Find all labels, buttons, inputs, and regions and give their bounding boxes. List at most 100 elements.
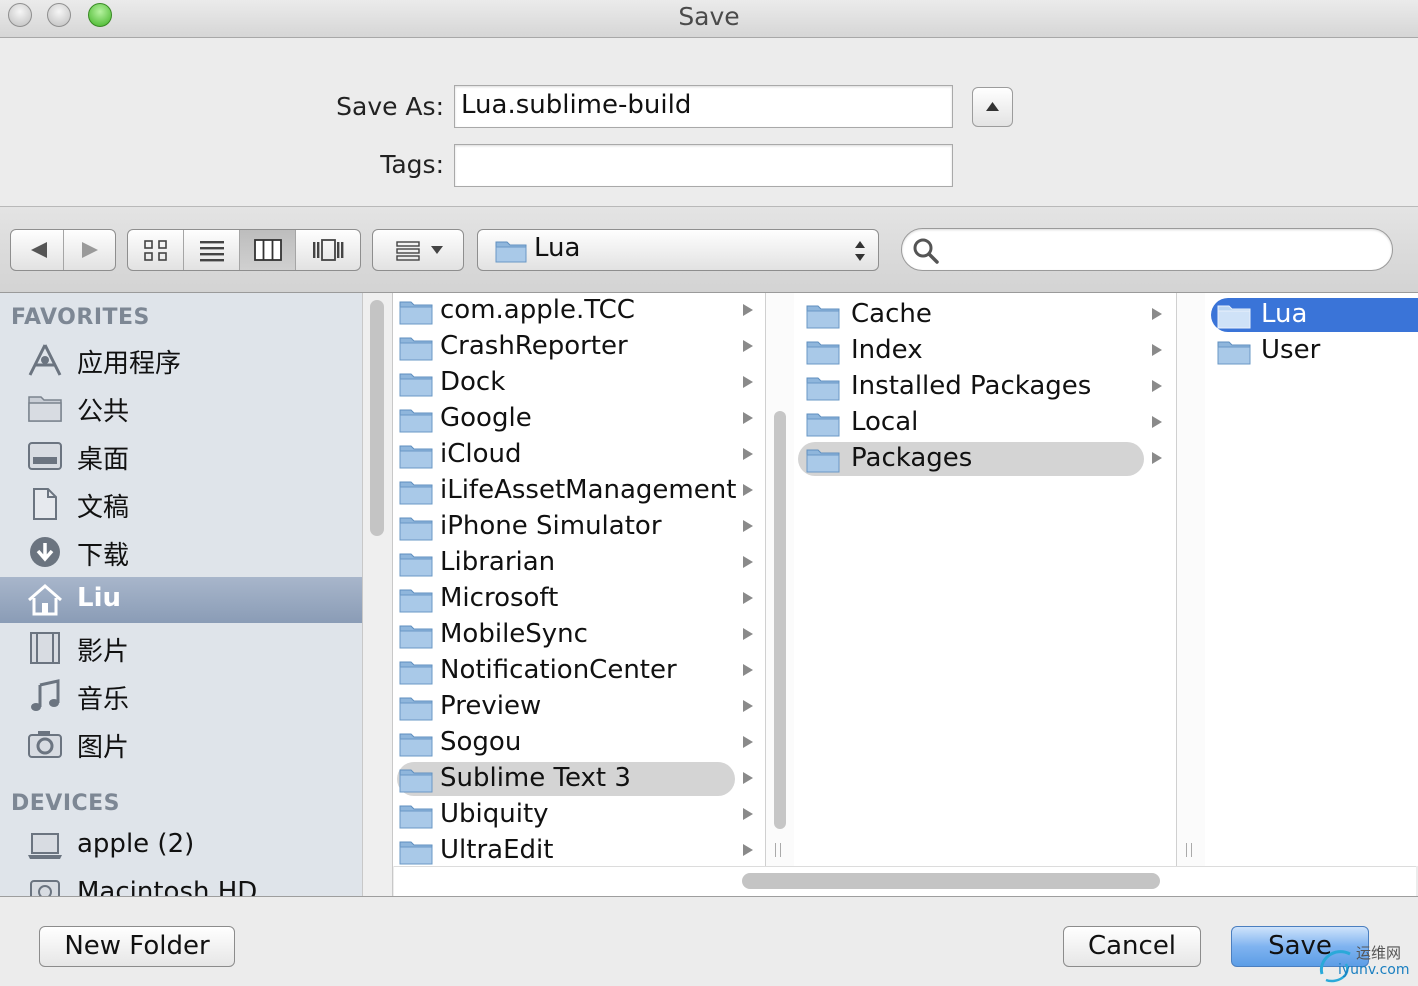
save-as-input[interactable]: Lua.sublime-build [454,85,953,128]
column-1-divider[interactable] [765,293,794,866]
column-view-button[interactable] [240,230,296,270]
documents-icon [33,488,57,520]
desktop-icon [28,442,62,470]
sidebar-item-label: Liu [77,583,121,613]
disclosure-arrow-icon [1152,380,1162,392]
sidebar-item-label: 桌面 [77,445,130,475]
downloads-icon [30,537,60,567]
folder-icon [806,305,840,329]
folder-icon [399,769,433,793]
list-item[interactable]: Google [393,401,765,437]
new-folder-button[interactable]: New Folder [39,926,235,967]
list-item[interactable]: iPhone Simulator [393,509,765,545]
forward-button[interactable] [64,230,115,270]
sidebar-item-public[interactable]: 公共 [0,385,362,431]
list-item[interactable]: Librarian [393,545,765,581]
title-bar: Save [0,0,1418,38]
movies-icon [30,632,60,664]
tags-input[interactable] [454,144,953,187]
sidebar-item-music[interactable]: 音乐 [0,673,362,719]
disclosure-arrow-icon [1152,308,1162,320]
folder-icon [399,517,433,541]
watermark-text: 运维网 [1356,944,1402,962]
list-item[interactable]: Ubiquity [393,797,765,833]
sidebar-item-label: Macintosh HD [77,877,258,896]
list-item[interactable]: iCloud [393,437,765,473]
list-item[interactable]: Preview [393,689,765,725]
sidebar-item-desktop[interactable]: 桌面 [0,433,362,479]
column-1-scrollbar[interactable] [774,411,786,829]
folder-icon [399,625,433,649]
sidebar-item-downloads[interactable]: 下载 [0,529,362,575]
list-item[interactable]: NotificationCenter [393,653,765,689]
list-item-selected[interactable]: Sublime Text 3 [393,761,765,797]
list-item[interactable]: CrashReporter [393,329,765,365]
disclosure-arrow-icon [743,448,753,460]
folder-icon [399,409,433,433]
disclosure-arrow-icon [1152,452,1162,464]
resize-grip [780,843,781,857]
coverflow-view-button[interactable] [296,230,360,270]
view-mode-segment [127,229,361,271]
list-item[interactable]: com.apple.TCC [393,293,765,329]
column-2-divider[interactable] [1176,293,1205,866]
list-item-selected[interactable]: Packages [794,441,1176,477]
list-item[interactable]: Dock [393,365,765,401]
resize-grip [775,843,776,857]
disclosure-arrow-icon [743,808,753,820]
list-item[interactable]: Sogou [393,725,765,761]
list-item[interactable]: UltraEdit [393,833,765,866]
sidebar-item-device-apple[interactable]: apple (2) [0,823,362,869]
home-icon [28,584,62,616]
search-field[interactable] [901,228,1393,271]
list-item[interactable]: iLifeAssetManagement [393,473,765,509]
sidebar-item-documents[interactable]: 文稿 [0,481,362,527]
list-item[interactable]: MobileSync [393,617,765,653]
location-popup[interactable]: Lua [477,229,879,271]
disclosure-arrow-icon [743,520,753,532]
folder-icon [1217,305,1251,329]
folder-icon [806,341,840,365]
sidebar-item-pictures[interactable]: 图片 [0,721,362,767]
sidebar-item-movies[interactable]: 影片 [0,625,362,671]
arrange-grid-icon [396,241,443,261]
sidebar-item-device-macintosh-hd[interactable]: Macintosh HD [0,871,362,896]
folder-icon [806,413,840,437]
folder-icon [399,589,433,613]
folder-icon [399,481,433,505]
hard-drive-icon [30,880,60,896]
sidebar-item-label: 图片 [77,733,130,763]
sidebar: FAVORITES 应用程序 公共 桌面 文稿 下载 Liu 影片 音乐 图片 … [0,293,362,896]
list-item[interactable]: Index [794,333,1176,369]
browser-column-3: Lua User [1205,293,1418,866]
sidebar-item-applications[interactable]: 应用程序 [0,337,362,383]
list-item-selected[interactable]: Lua [1205,297,1418,333]
list-icon [200,241,224,262]
expand-dialog-button[interactable] [972,87,1013,127]
sidebar-item-home[interactable]: Liu [0,577,362,623]
folder-icon [399,337,433,361]
window-title: Save [678,2,740,31]
list-item[interactable]: Local [794,405,1176,441]
back-button[interactable] [11,230,64,270]
icon-view-button[interactable] [128,230,184,270]
disclosure-arrow-icon [743,376,753,388]
sidebar-item-label: 音乐 [77,685,130,715]
location-label: Lua [534,233,581,263]
disclosure-arrow-icon [743,736,753,748]
list-item[interactable]: Cache [794,297,1176,333]
disclosure-arrow-icon [743,304,753,316]
arrange-button[interactable] [372,229,464,271]
coverflow-icon [313,239,344,261]
horizontal-scrollbar[interactable] [742,873,1160,889]
cancel-button[interactable]: Cancel [1063,926,1201,967]
list-item[interactable]: User [1205,333,1418,369]
folder-icon [1217,341,1251,365]
list-item[interactable]: Installed Packages [794,369,1176,405]
sidebar-scrollbar[interactable] [370,300,384,536]
list-item[interactable]: Microsoft [393,581,765,617]
list-view-button[interactable] [184,230,240,270]
sidebar-item-label: 文稿 [77,493,130,523]
watermark-logo: 运维网 iyunv.com [1316,940,1416,984]
folder-icon [806,377,840,401]
